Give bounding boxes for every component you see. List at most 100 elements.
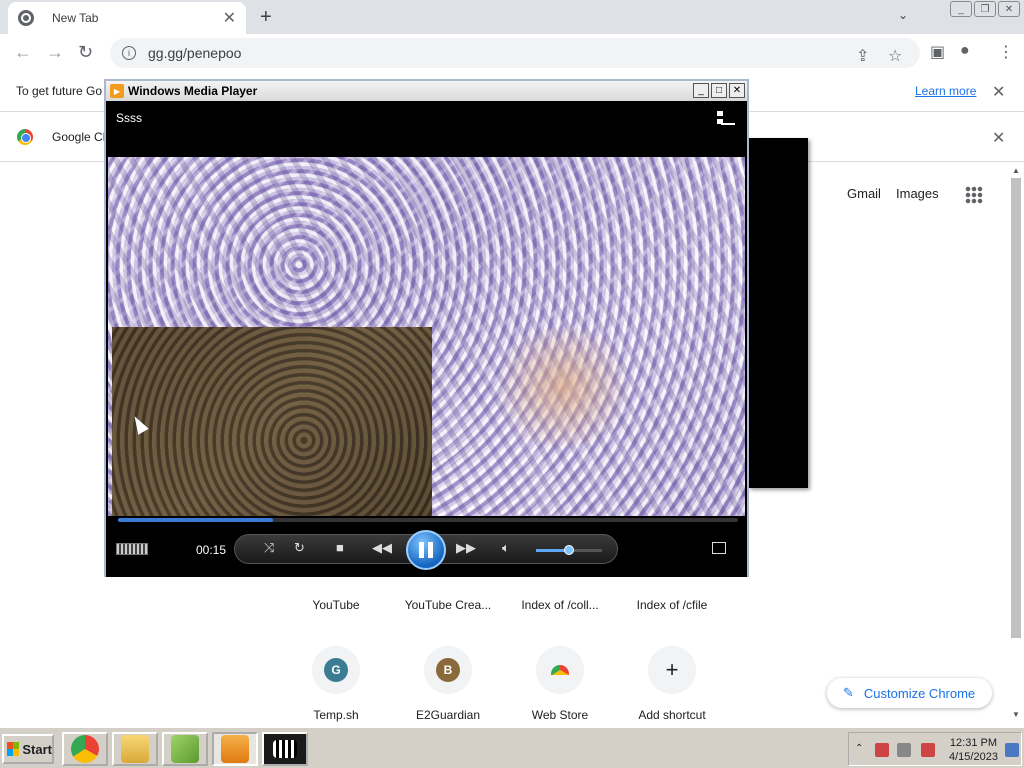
taskbar-explorer[interactable]: [112, 732, 158, 766]
shortcut-tile: B: [424, 646, 472, 694]
e2guardian-icon: B: [436, 658, 460, 682]
shortcut-label: Add shortcut: [638, 708, 706, 722]
shortcut-index-cfile[interactable]: Index of /cfile: [616, 598, 728, 612]
video-highlight: [488, 327, 638, 447]
share-icon[interactable]: ⇪: [856, 46, 869, 66]
google-apps-icon[interactable]: [965, 186, 983, 204]
shuffle-icon[interactable]: ⤨: [264, 540, 274, 556]
video-area[interactable]: [108, 157, 745, 516]
tab-search-icon[interactable]: ⌄: [898, 8, 908, 22]
scrollbar-thumb[interactable]: [1011, 178, 1021, 638]
windows-flag-icon: [7, 742, 20, 756]
forward-icon[interactable]: →: [46, 42, 64, 63]
minimize-button[interactable]: _: [950, 1, 972, 17]
volume-icon[interactable]: [921, 743, 935, 757]
chrome-icon: [71, 735, 99, 763]
scroll-up-icon[interactable]: ▲: [1012, 166, 1020, 175]
windows-media-player[interactable]: ▶ Windows Media Player _ □ ✕ Ssss 00:15 …: [104, 79, 749, 577]
pause-button[interactable]: [406, 530, 446, 570]
back-icon[interactable]: ←: [14, 42, 32, 63]
shortcut-tile: [536, 646, 584, 694]
volume-knob[interactable]: [564, 545, 574, 555]
window-controls: _ ❐ ✕: [950, 1, 1020, 17]
infobar-message: To get future Go: [16, 84, 103, 98]
images-link[interactable]: Images: [896, 186, 939, 201]
folder-icon: [121, 735, 149, 763]
shortcut-label: Index of /coll...: [521, 598, 599, 612]
shortcut-e2guardian[interactable]: B E2Guardian: [392, 646, 504, 722]
network-icon[interactable]: [875, 743, 889, 757]
shortcut-label: Web Store: [531, 708, 589, 722]
menu-icon[interactable]: ⋮: [998, 42, 1014, 62]
wmp-close-button[interactable]: ✕: [729, 83, 745, 98]
shortcut-index-coll[interactable]: Index of /coll...: [504, 598, 616, 612]
shortcut-youtube[interactable]: YouTube: [280, 598, 392, 612]
now-playing-title: Ssss: [116, 111, 143, 125]
bookmark-star-icon[interactable]: ☆: [888, 46, 902, 66]
tray-expand-icon[interactable]: ⌃: [855, 743, 863, 754]
shortcut-label: Temp.sh: [313, 708, 359, 722]
switch-to-library-icon[interactable]: [717, 111, 735, 125]
display-icon[interactable]: [897, 743, 911, 757]
address-bar[interactable]: i gg.gg/penepoo ⇪ ☆: [110, 38, 920, 68]
taskbar-video[interactable]: [262, 732, 308, 766]
browser-toolbar: ← → ↻ i gg.gg/penepoo ⇪ ☆ ▣ ● ⋮: [0, 34, 1024, 72]
mute-icon[interactable]: 🔈︎: [502, 540, 510, 556]
taskbar-notepad[interactable]: [162, 732, 208, 766]
taskbar-media-player[interactable]: [212, 732, 258, 766]
profile-avatar[interactable]: ●: [960, 42, 970, 60]
volume-slider[interactable]: [536, 545, 602, 555]
wmp-title-bar[interactable]: ▶ Windows Media Player _ □ ✕: [106, 81, 747, 101]
scroll-down-icon[interactable]: ▼: [1012, 710, 1020, 719]
shortcut-label: YouTube Crea...: [404, 598, 492, 612]
previous-icon[interactable]: ◀◀: [372, 540, 392, 556]
elapsed-time: 00:15: [196, 543, 227, 557]
video-inset-frame: [112, 327, 432, 516]
shortcut-temp-sh[interactable]: G Temp.sh: [280, 646, 392, 722]
start-label: Start: [22, 741, 52, 757]
clock[interactable]: 12:31 PM 4/15/2023: [949, 736, 998, 764]
learn-more-link[interactable]: Learn more: [915, 84, 976, 98]
shortcut-label: YouTube: [312, 598, 360, 612]
film-icon: [273, 740, 297, 758]
restore-button[interactable]: ❐: [974, 1, 996, 17]
shortcut-add[interactable]: + Add shortcut: [616, 646, 728, 722]
wmp-window-controls: _ □ ✕: [693, 83, 745, 98]
show-desktop-icon[interactable]: [1005, 743, 1019, 757]
stop-icon[interactable]: ■: [336, 540, 344, 555]
seek-bar-played: [118, 518, 273, 522]
repeat-icon[interactable]: ↻: [294, 540, 305, 556]
customize-chrome-button[interactable]: ✎ Customize Chrome: [827, 678, 992, 708]
chrome-icon: [18, 10, 34, 26]
url-text: gg.gg/penepoo: [148, 45, 242, 61]
reload-icon[interactable]: ↻: [78, 42, 93, 63]
level-meter-icon: [116, 543, 148, 555]
start-button[interactable]: Start: [2, 734, 54, 764]
taskbar-chrome[interactable]: [62, 732, 108, 766]
shortcut-label: E2Guardian: [415, 708, 481, 722]
new-tab-button[interactable]: +: [260, 6, 272, 29]
page-scrollbar[interactable]: ▲ ▼: [1010, 166, 1022, 722]
google-chrome-icon: [17, 129, 33, 145]
wmp-now-playing-bar: Ssss: [106, 101, 747, 157]
wmp-maximize-button[interactable]: □: [711, 83, 727, 98]
full-screen-icon[interactable]: [712, 542, 726, 554]
info-icon[interactable]: i: [122, 46, 136, 60]
wmp-logo-icon: ▶: [110, 84, 124, 98]
side-panel-icon[interactable]: ▣: [930, 42, 945, 62]
default-browser-close-icon[interactable]: ✕: [992, 128, 1005, 148]
next-icon[interactable]: ▶▶: [456, 540, 476, 556]
gmail-link[interactable]: Gmail: [847, 186, 881, 201]
infobar-close-icon[interactable]: ✕: [992, 82, 1005, 102]
wmp-minimize-button[interactable]: _: [693, 83, 709, 98]
media-player-icon: [221, 735, 249, 763]
tab-close-icon[interactable]: ✕: [223, 8, 236, 28]
tab-new-tab[interactable]: New Tab ✕: [8, 2, 246, 34]
shortcut-web-store[interactable]: Web Store: [504, 646, 616, 722]
close-button[interactable]: ✕: [998, 1, 1020, 17]
shortcut-tile: G: [312, 646, 360, 694]
web-store-icon: [551, 665, 569, 675]
shortcut-youtube-creator[interactable]: YouTube Crea...: [392, 598, 504, 612]
temp-sh-icon: G: [324, 658, 348, 682]
seek-bar[interactable]: [118, 518, 738, 522]
